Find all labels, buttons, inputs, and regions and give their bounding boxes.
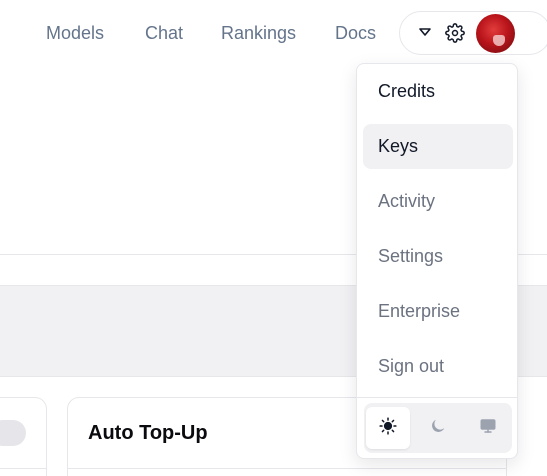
- menu-item-settings[interactable]: Settings: [363, 234, 513, 279]
- nav-link-models[interactable]: Models: [46, 22, 104, 44]
- nav-link-rankings[interactable]: Rankings: [221, 22, 296, 44]
- theme-switcher: [364, 403, 512, 453]
- chevron-down-icon[interactable]: [417, 24, 433, 40]
- page: Models Chat Rankings Docs Auto Top-Up Cr…: [0, 0, 547, 476]
- left-card-divider: [0, 468, 46, 469]
- user-avatar[interactable]: [476, 14, 515, 53]
- auto-topup-divider: [68, 468, 506, 469]
- menu-item-activity[interactable]: Activity: [363, 179, 513, 224]
- toggle-switch[interactable]: [0, 420, 26, 446]
- menu-item-keys[interactable]: Keys: [363, 124, 513, 169]
- menu-separator: [357, 397, 517, 398]
- top-nav: Models Chat Rankings Docs: [0, 0, 547, 66]
- gear-icon[interactable]: [445, 23, 465, 43]
- auto-topup-title: Auto Top-Up: [88, 422, 208, 444]
- menu-item-sign-out[interactable]: Sign out: [363, 344, 513, 389]
- theme-light-button[interactable]: [366, 407, 410, 449]
- monitor-icon: [479, 417, 497, 440]
- menu-item-enterprise[interactable]: Enterprise: [363, 289, 513, 334]
- theme-dark-button[interactable]: [416, 407, 460, 449]
- menu-item-credits[interactable]: Credits: [363, 69, 513, 114]
- moon-icon: [429, 417, 447, 440]
- sun-icon: [379, 416, 397, 440]
- nav-link-chat[interactable]: Chat: [145, 22, 183, 44]
- account-menu: Credits Keys Activity Settings Enterpris…: [356, 63, 518, 459]
- theme-system-button[interactable]: [466, 407, 510, 449]
- nav-link-docs[interactable]: Docs: [335, 22, 376, 44]
